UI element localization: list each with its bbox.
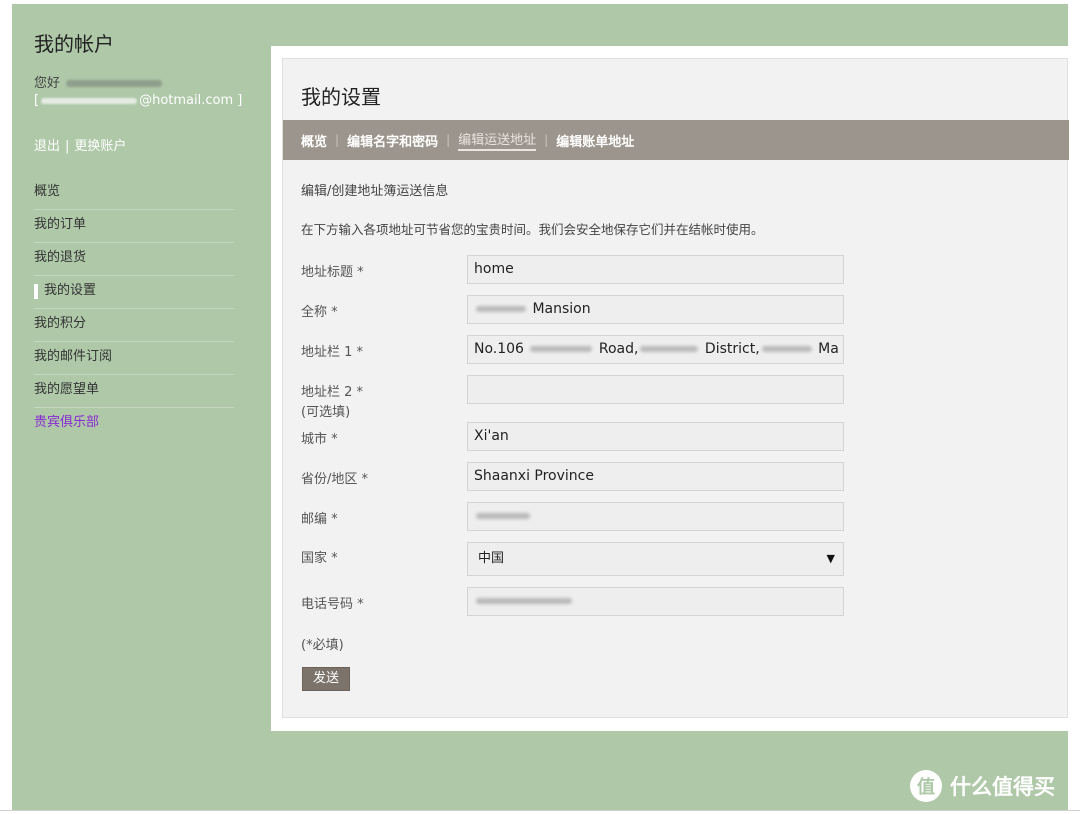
tab-overview[interactable]: 概览	[293, 131, 335, 150]
required-note: (*必填)	[301, 638, 344, 653]
dropdown-arrow-icon: ▼	[826, 552, 835, 565]
sidebar-item-newsletter[interactable]: 我的邮件订阅	[34, 342, 234, 375]
redacted-email	[41, 97, 138, 104]
page-title: 我的设置	[301, 85, 381, 109]
settings-tabs: 概览 | 编辑名字和密码 | 编辑运送地址 | 编辑账单地址	[283, 120, 1069, 160]
sidebar-item-returns[interactable]: 我的退货	[34, 243, 234, 276]
address2-label: 地址栏 2 *	[301, 385, 364, 400]
settings-panel: 我的设置 概览 | 编辑名字和密码 | 编辑运送地址 | 编辑账单地址 编辑/创…	[282, 58, 1069, 718]
email-domain: @hotmail.com ]	[139, 93, 243, 108]
fullname-value: Mansion	[532, 301, 591, 317]
redacted-text	[476, 306, 526, 312]
intro-text: 在下方输入各项地址可节省您的宝贵时间。我们会安全地保存它们并在结帐时使用。	[301, 222, 764, 237]
redacted-username	[66, 80, 163, 87]
city-label: 城市 *	[301, 432, 338, 447]
smzdm-logo-icon: 值	[910, 770, 942, 802]
redacted-text	[761, 346, 812, 352]
sidebar-item-settings[interactable]: 我的设置	[34, 276, 234, 309]
link-separator: |	[65, 139, 70, 154]
redacted-text	[476, 598, 572, 604]
watermark-text: 什么值得买	[950, 775, 1055, 799]
switch-account-link[interactable]: 更换账户	[74, 139, 126, 154]
greeting: 您好	[34, 72, 163, 91]
sidebar-title: 我的帐户	[34, 32, 114, 56]
fullname-label: 全称 *	[301, 305, 338, 320]
address1-value-part: District,	[704, 341, 760, 357]
submit-button[interactable]: 发送	[302, 667, 350, 691]
greeting-text: 您好	[34, 76, 61, 91]
address-title-input[interactable]: home	[467, 255, 844, 284]
account-links: 退出 | 更换账户	[34, 135, 126, 154]
address1-input[interactable]: No.106 Road, District, Ma	[467, 335, 844, 364]
sidebar-nav: 概览 我的订单 我的退货 我的设置 我的积分 我的邮件订阅 我的愿望单 贵宾俱乐…	[34, 177, 234, 441]
country-select[interactable]: 中国 ▼	[467, 542, 844, 576]
address1-value-part: No.106	[474, 341, 524, 357]
address1-value-part: Road,	[598, 341, 639, 357]
watermark: 值 什么值得买	[910, 770, 1055, 802]
zip-input[interactable]	[467, 502, 844, 531]
address1-label: 地址栏 1 *	[301, 345, 364, 360]
logout-link[interactable]: 退出	[34, 139, 60, 154]
address2-input[interactable]	[467, 375, 844, 404]
phone-label: 电话号码 *	[301, 597, 364, 612]
redacted-text	[530, 346, 593, 352]
bottom-divider	[0, 810, 1080, 811]
sidebar-item-orders[interactable]: 我的订单	[34, 210, 234, 243]
sidebar-item-overview[interactable]: 概览	[34, 177, 234, 210]
province-label: 省份/地区 *	[301, 472, 369, 487]
zip-label: 邮编 *	[301, 512, 338, 527]
sidebar-item-wishlist[interactable]: 我的愿望单	[34, 375, 234, 408]
sidebar-item-points[interactable]: 我的积分	[34, 309, 234, 342]
address-title-label: 地址标题 *	[301, 265, 364, 280]
tab-edit-name-password[interactable]: 编辑名字和密码	[339, 131, 446, 150]
country-label: 国家 *	[301, 551, 338, 566]
province-value: Shaanxi Province	[474, 468, 594, 484]
address-title-value: home	[474, 261, 514, 277]
province-input[interactable]: Shaanxi Province	[467, 462, 844, 491]
redacted-text	[640, 346, 699, 352]
email-bracket: [	[34, 93, 40, 108]
account-page: 我的帐户 您好 [ @hotmail.com ] 退出 | 更换账户 概览 我的订单 …	[12, 4, 1069, 810]
city-value: Xi'an	[474, 428, 509, 444]
tab-separator: |	[446, 133, 451, 147]
tab-edit-shipping-address[interactable]: 编辑运送地址	[458, 129, 537, 151]
city-input[interactable]: Xi'an	[467, 422, 844, 451]
address1-value-part: Ma	[818, 341, 839, 357]
address2-optional-hint: (可选填)	[301, 405, 351, 420]
user-email: [ @hotmail.com ]	[34, 93, 242, 108]
phone-input[interactable]	[467, 587, 844, 616]
tab-edit-billing-address[interactable]: 编辑账单地址	[548, 131, 642, 150]
section-title: 编辑/创建地址簿运送信息	[301, 184, 449, 199]
main-panel-outer: 我的设置 概览 | 编辑名字和密码 | 编辑运送地址 | 编辑账单地址 编辑/创…	[271, 46, 1069, 731]
fullname-input[interactable]: Mansion	[467, 295, 844, 324]
sidebar-item-vip-club[interactable]: 贵宾俱乐部	[34, 408, 234, 441]
redacted-text	[476, 513, 530, 519]
country-value: 中国	[478, 551, 505, 566]
